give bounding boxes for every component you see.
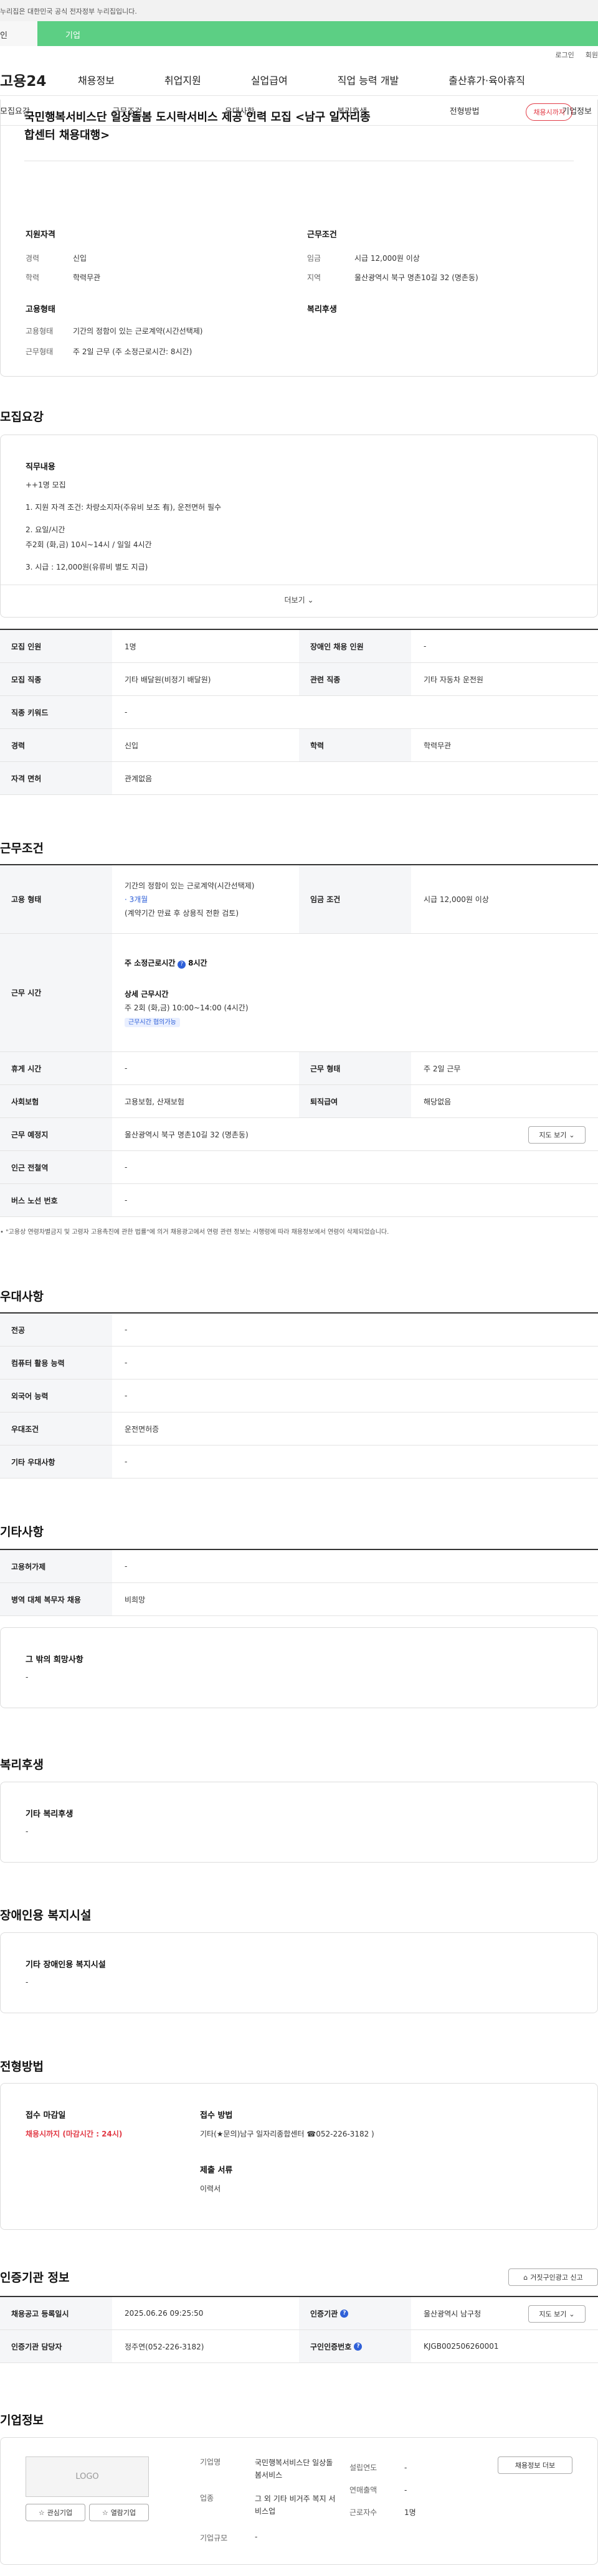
cond-title: 근무조건 bbox=[307, 230, 337, 240]
duty-content: ++1명 모집 1. 지원 자격 조건: 차량소지자(주유비 보조 有), 운전… bbox=[26, 481, 222, 571]
table-row: 전공 - bbox=[0, 1314, 598, 1347]
favorite-company-button[interactable]: ☆ 관심기업 bbox=[26, 2504, 85, 2521]
select-box: 접수 마감일 채용시까지 (마감시간 : 24시) 접수 방법 기타(★문의)남… bbox=[0, 2083, 598, 2230]
map-button[interactable]: 지도 보기 ⌄ bbox=[528, 1126, 586, 1144]
top-tabs: 인 기업 bbox=[0, 21, 598, 46]
site-logo[interactable]: 고용24 bbox=[0, 69, 78, 90]
company-box: LOGO ☆ 관심기업 ☆ 열람기업 기업명 국민행복서비스단 일상돌봄서비스 업종 그… bbox=[0, 2437, 598, 2565]
table-row: 병역 대체 복무자 채용 비희망 bbox=[0, 1583, 598, 1616]
select-section-title: 전형방법 bbox=[0, 2060, 44, 2074]
company-logo: LOGO bbox=[26, 2456, 149, 2497]
time-negotiable-badge: 근무시간 협의가능 bbox=[125, 1017, 180, 1027]
cert-section-title: 인증기관 정보 bbox=[0, 2271, 70, 2285]
table-row: 사회보험 고용보험, 산재보험 퇴직급여 해당없음 bbox=[0, 1085, 598, 1118]
cert-table: 채용공고 등록일시 2025.06.26 09:25:50 인증기관 ? 울산광역시 … bbox=[0, 2296, 598, 2363]
table-row: 근무 예정지 울산광역시 북구 명촌10길 32 (명촌동) 지도 보기 ⌄ bbox=[0, 1118, 598, 1151]
etc-section-title: 기타사항 bbox=[0, 1525, 44, 1539]
job-title: 국민행복서비스단 일상돌봄 도시락서비스 제공 인력 모집 <남구 일자리종 합센… bbox=[24, 111, 371, 142]
table-row: 근무 시간 주 소정근로시간 ? 8시간 상세 근무시간 주 2회 (화,금) … bbox=[0, 934, 598, 1052]
table-row: 인증기관 담당자 정주연(052-226-3182) 구인인증번호 ? KJGB002… bbox=[0, 2330, 598, 2363]
nav-training[interactable]: 직업 능력 개발 bbox=[338, 72, 399, 87]
more-button[interactable]: 더보기 ⌄ bbox=[1, 595, 597, 605]
table-row: 고용 형태 기간의 정함이 있는 근로계약(시간선택제) · 3개월 (계약기간 만… bbox=[0, 865, 598, 934]
star-icon: ☆ bbox=[102, 2508, 108, 2517]
emp-title: 고용형태 bbox=[26, 305, 55, 314]
qual-title: 지원자격 bbox=[26, 230, 55, 240]
tab-individual[interactable]: 인 bbox=[0, 21, 37, 46]
table-row: 직종 키워드 - bbox=[0, 696, 598, 729]
main-nav: 고용24 채용정보 취업지원 실업급여 직업 능력 개발 출산휴가·육아휴직 bbox=[0, 63, 598, 96]
nav-employment-support[interactable]: 취업지원 bbox=[164, 72, 201, 87]
table-row: 기타 우대사항 - bbox=[0, 1445, 598, 1478]
gov-banner-text: 누리집은 대한민국 공식 전자정부 누리집입니다. bbox=[0, 7, 137, 16]
pref-section-title: 우대사항 bbox=[0, 1290, 44, 1304]
table-row: 경력 신입 학력 학력무관 bbox=[0, 729, 598, 762]
hope-box: 그 밖의 희망사항 - bbox=[0, 1627, 598, 1708]
job-summary: 국민행복서비스단 일상돌봄 도시락서비스 제공 인력 모집 <남구 일자리종 합센… bbox=[0, 100, 598, 377]
status-badge: 채용시까지 bbox=[526, 103, 572, 121]
cond-list: 임금 시급 12,000원 이상 지역 울산광역시 북구 명촌10길 32 (명촌동… bbox=[307, 254, 478, 282]
utility-links: 로그인 회원 bbox=[0, 46, 598, 63]
duty-box: 직무내용 ++1명 모집 1. 지원 자격 조건: 차량소지자(주유비 보조 有… bbox=[0, 435, 598, 618]
table-row: 인근 전철역 - bbox=[0, 1151, 598, 1184]
chevron-down-icon: ⌄ bbox=[569, 2310, 575, 2318]
table-row: 버스 노선 번호 - bbox=[0, 1184, 598, 1217]
nav-jobs[interactable]: 채용정보 bbox=[78, 72, 115, 87]
welfare-section-title: 복리후생 bbox=[0, 1758, 44, 1772]
tab-company[interactable]: 기업 bbox=[37, 21, 598, 46]
nav-parental-leave[interactable]: 출산휴가·육아휴직 bbox=[448, 72, 525, 87]
login-link[interactable]: 로그인 bbox=[555, 50, 574, 60]
qual-list: 경력 신입 학력 학력무관 bbox=[26, 254, 101, 282]
work-table: 고용 형태 기간의 정함이 있는 근로계약(시간선택제) · 3개월 (계약기간 만… bbox=[0, 864, 598, 1217]
report-button[interactable]: ⌂ 거짓구인광고 신고 bbox=[508, 2268, 598, 2286]
gov-banner: 누리집은 대한민국 공식 전자정부 누리집입니다. bbox=[0, 0, 598, 21]
company-section-title: 기업정보 bbox=[0, 2414, 44, 2427]
info-icon[interactable]: ? bbox=[340, 2309, 349, 2318]
duty-title: 직무내용 bbox=[26, 463, 55, 472]
deadline-value: 채용시까지 (마감시간 : 24시) bbox=[26, 2130, 123, 2138]
company-info-left: 기업명 국민행복서비스단 일상돌봄서비스 업종 그 외 기타 비거주 복지 서비스업… bbox=[200, 2458, 336, 2542]
recruit-section-title: 모집요강 bbox=[0, 410, 44, 424]
table-row: 휴게 시간 - 근무 형태 주 2일 근무 bbox=[0, 1052, 598, 1085]
more-jobs-button[interactable]: 채용정보 더보 bbox=[498, 2456, 572, 2474]
table-row: 자격 면허 관계없음 bbox=[0, 762, 598, 795]
welfare-box: 기타 복리후생 - bbox=[0, 1782, 598, 1863]
nav-unemployment[interactable]: 실업급여 bbox=[251, 72, 288, 87]
age-notice: • "고용상 연령차별금지 및 고령자 고용촉진에 관한 법률"에 의거 채용광… bbox=[0, 1229, 389, 1236]
table-row: 채용공고 등록일시 2025.06.26 09:25:50 인증기관 ? 울산광역시 … bbox=[0, 2297, 598, 2330]
viewed-company-button[interactable]: ☆ 열람기업 bbox=[89, 2504, 149, 2521]
emp-list: 고용형태 기간의 정함이 있는 근로계약(시간선택제) 근무형태 주 2일 근무 (… bbox=[26, 327, 203, 356]
table-row: 우대조건 운전면허증 bbox=[0, 1413, 598, 1445]
table-row: 모집 인원 1명 장애인 채용 인원 - bbox=[0, 630, 598, 663]
table-row: 컴퓨터 활용 능력 - bbox=[0, 1347, 598, 1380]
recruit-table: 모집 인원 1명 장애인 채용 인원 - 모집 직종 기타 배달원(비정기 배달원) 관련… bbox=[0, 629, 598, 795]
info-icon[interactable]: ? bbox=[178, 960, 186, 969]
cert-map-button[interactable]: 지도 보기 ⌄ bbox=[528, 2305, 586, 2323]
home-icon: ⌂ bbox=[523, 2273, 528, 2282]
star-icon: ☆ bbox=[38, 2508, 45, 2517]
work-section-title: 근무조건 bbox=[0, 842, 44, 855]
chevron-down-icon: ⌄ bbox=[307, 596, 314, 604]
etc-table: 고용허가제 - 병역 대체 복무자 채용 비희망 bbox=[0, 1549, 598, 1616]
disabled-box: 기타 장애인용 복지시설 - bbox=[0, 1932, 598, 2013]
table-row: 외국어 능력 - bbox=[0, 1380, 598, 1413]
info-icon[interactable]: ? bbox=[354, 2342, 363, 2351]
company-info-right: 설립연도 - 연매출액 - 근로자수 1명 bbox=[349, 2463, 416, 2517]
chevron-down-icon: ⌄ bbox=[569, 1131, 575, 1139]
disabled-section-title: 장애인용 복지시설 bbox=[0, 1909, 92, 1922]
pref-table: 전공 - 컴퓨터 활용 능력 - 외국어 능력 - 우대조건 운전면허증 기타 우대사항… bbox=[0, 1312, 598, 1478]
table-row: 고용허가제 - bbox=[0, 1550, 598, 1583]
table-row: 모집 직종 기타 배달원(비정기 배달원) 관련 직종 기타 자동차 운전원 bbox=[0, 663, 598, 696]
welfare-title: 복리후생 bbox=[307, 305, 337, 314]
signup-link[interactable]: 회원 bbox=[586, 50, 598, 60]
